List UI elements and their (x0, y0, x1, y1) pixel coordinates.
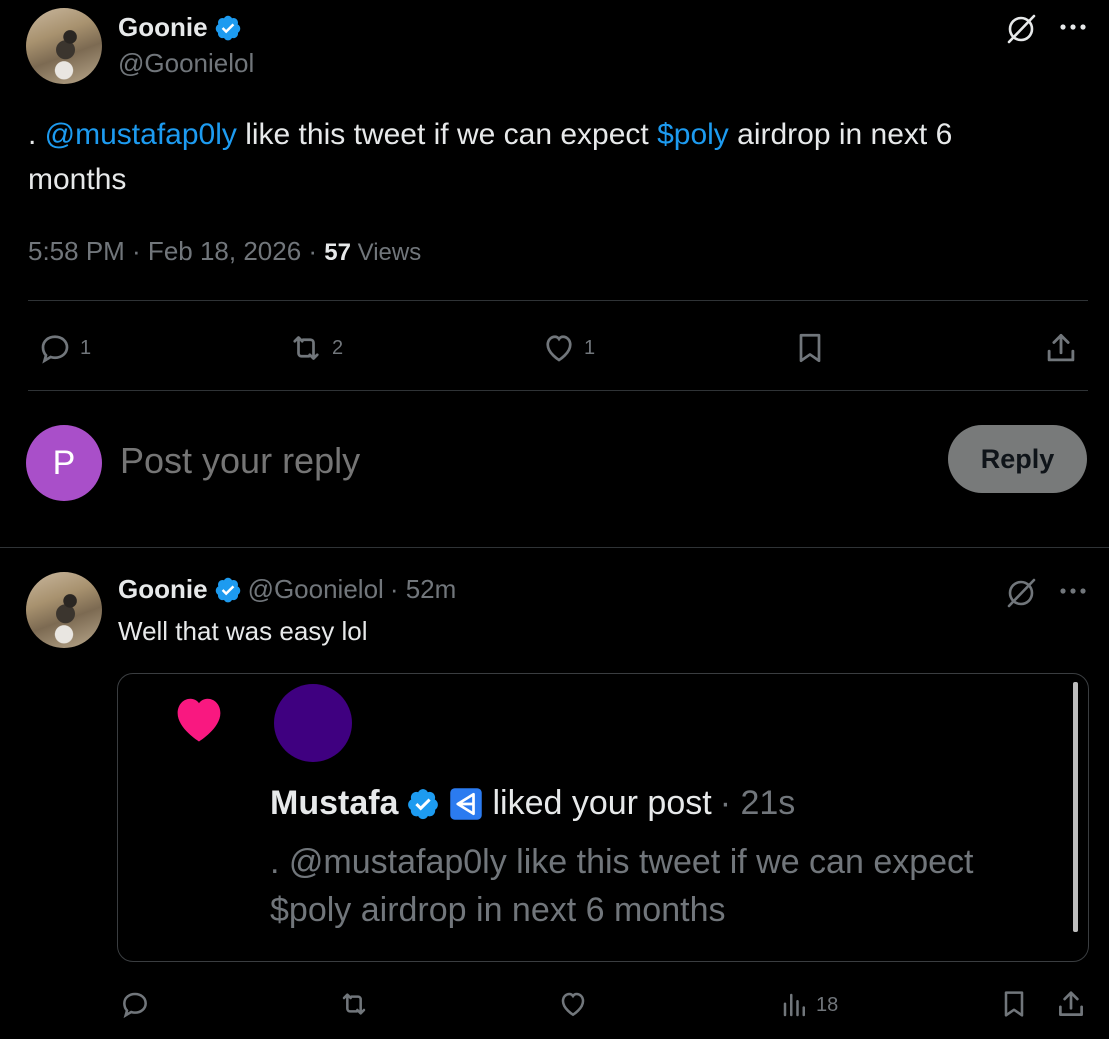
reply-icon (41, 335, 69, 364)
like-action[interactable] (556, 988, 590, 1020)
repost-action[interactable]: 2 (286, 330, 343, 366)
repost-icon (293, 336, 319, 360)
divider (28, 390, 1088, 391)
like-count: 1 (584, 336, 596, 359)
attached-image[interactable]: Mustafa liked your post · 21s . @mustafa… (117, 673, 1089, 962)
post-text: . @mustafap0ly like this tweet if we can… (28, 118, 953, 196)
post-timestamp[interactable]: 5:58 PM · Feb 18, 2026 · (28, 236, 324, 266)
cashtag-link[interactable]: $poly (657, 118, 729, 151)
share-action[interactable] (1042, 328, 1080, 368)
more-options-icon[interactable] (1058, 586, 1088, 596)
views-action[interactable]: 18 (780, 990, 838, 1020)
verified-badge-icon (408, 788, 439, 819)
reply-author-name[interactable]: Goonie (118, 574, 208, 605)
repost-action[interactable] (336, 988, 372, 1020)
reply-count: 1 (80, 336, 92, 359)
share-icon (1047, 333, 1075, 362)
post-meta: 5:58 PM · Feb 18, 2026 · 57 Views (28, 236, 421, 267)
reply-input[interactable] (120, 436, 920, 486)
grok-icon[interactable] (1004, 576, 1038, 610)
analytics-icon (783, 993, 805, 1017)
like-action[interactable]: 1 (540, 330, 595, 366)
more-options-icon[interactable] (1058, 22, 1088, 32)
bookmark-icon (799, 333, 821, 363)
verified-badge-icon (215, 577, 240, 602)
bookmark-action[interactable] (792, 328, 828, 368)
reply-action[interactable]: 1 (36, 330, 91, 366)
liker-avatar (274, 684, 352, 762)
heart-icon (561, 992, 585, 1017)
reply-action[interactable] (118, 988, 152, 1020)
notification-age: · 21s (719, 784, 796, 822)
reply-button[interactable]: Reply (948, 425, 1087, 493)
heart-icon (546, 335, 572, 362)
divider (28, 300, 1088, 301)
reply-age[interactable]: · 52m (390, 574, 456, 605)
share-action[interactable] (1054, 986, 1088, 1022)
reply-author-handle[interactable]: @Goonielol (248, 574, 384, 605)
reply-icon (123, 992, 147, 1019)
views-count: 57 (324, 239, 351, 266)
verified-badge-icon (215, 15, 240, 40)
author-avatar[interactable] (26, 8, 102, 84)
reply-author-avatar[interactable] (26, 572, 102, 648)
bookmark-icon (1004, 991, 1024, 1017)
share-icon (1059, 991, 1083, 1016)
mention-link[interactable]: @mustafap0ly (45, 118, 237, 151)
scrollbar (1073, 682, 1078, 932)
author-handle[interactable]: @Goonielol (118, 48, 254, 79)
views-label: Views (350, 239, 422, 266)
views-count: 18 (816, 993, 839, 1016)
composer-avatar: P (26, 425, 102, 501)
liker-name: Mustafa (270, 784, 399, 822)
divider (0, 547, 1109, 548)
bookmark-action[interactable] (998, 986, 1030, 1022)
notification-post-text: . @mustafap0ly like this tweet if we can… (270, 843, 974, 929)
reply-text: Well that was easy lol (118, 616, 368, 646)
grok-icon[interactable] (1004, 12, 1038, 46)
repost-icon (342, 993, 366, 1015)
like-notification-action: liked your post (492, 784, 712, 822)
repost-count: 2 (332, 336, 344, 359)
affiliate-badge-icon (450, 787, 483, 820)
heart-filled-icon (177, 698, 221, 742)
author-name[interactable]: Goonie (118, 12, 208, 43)
